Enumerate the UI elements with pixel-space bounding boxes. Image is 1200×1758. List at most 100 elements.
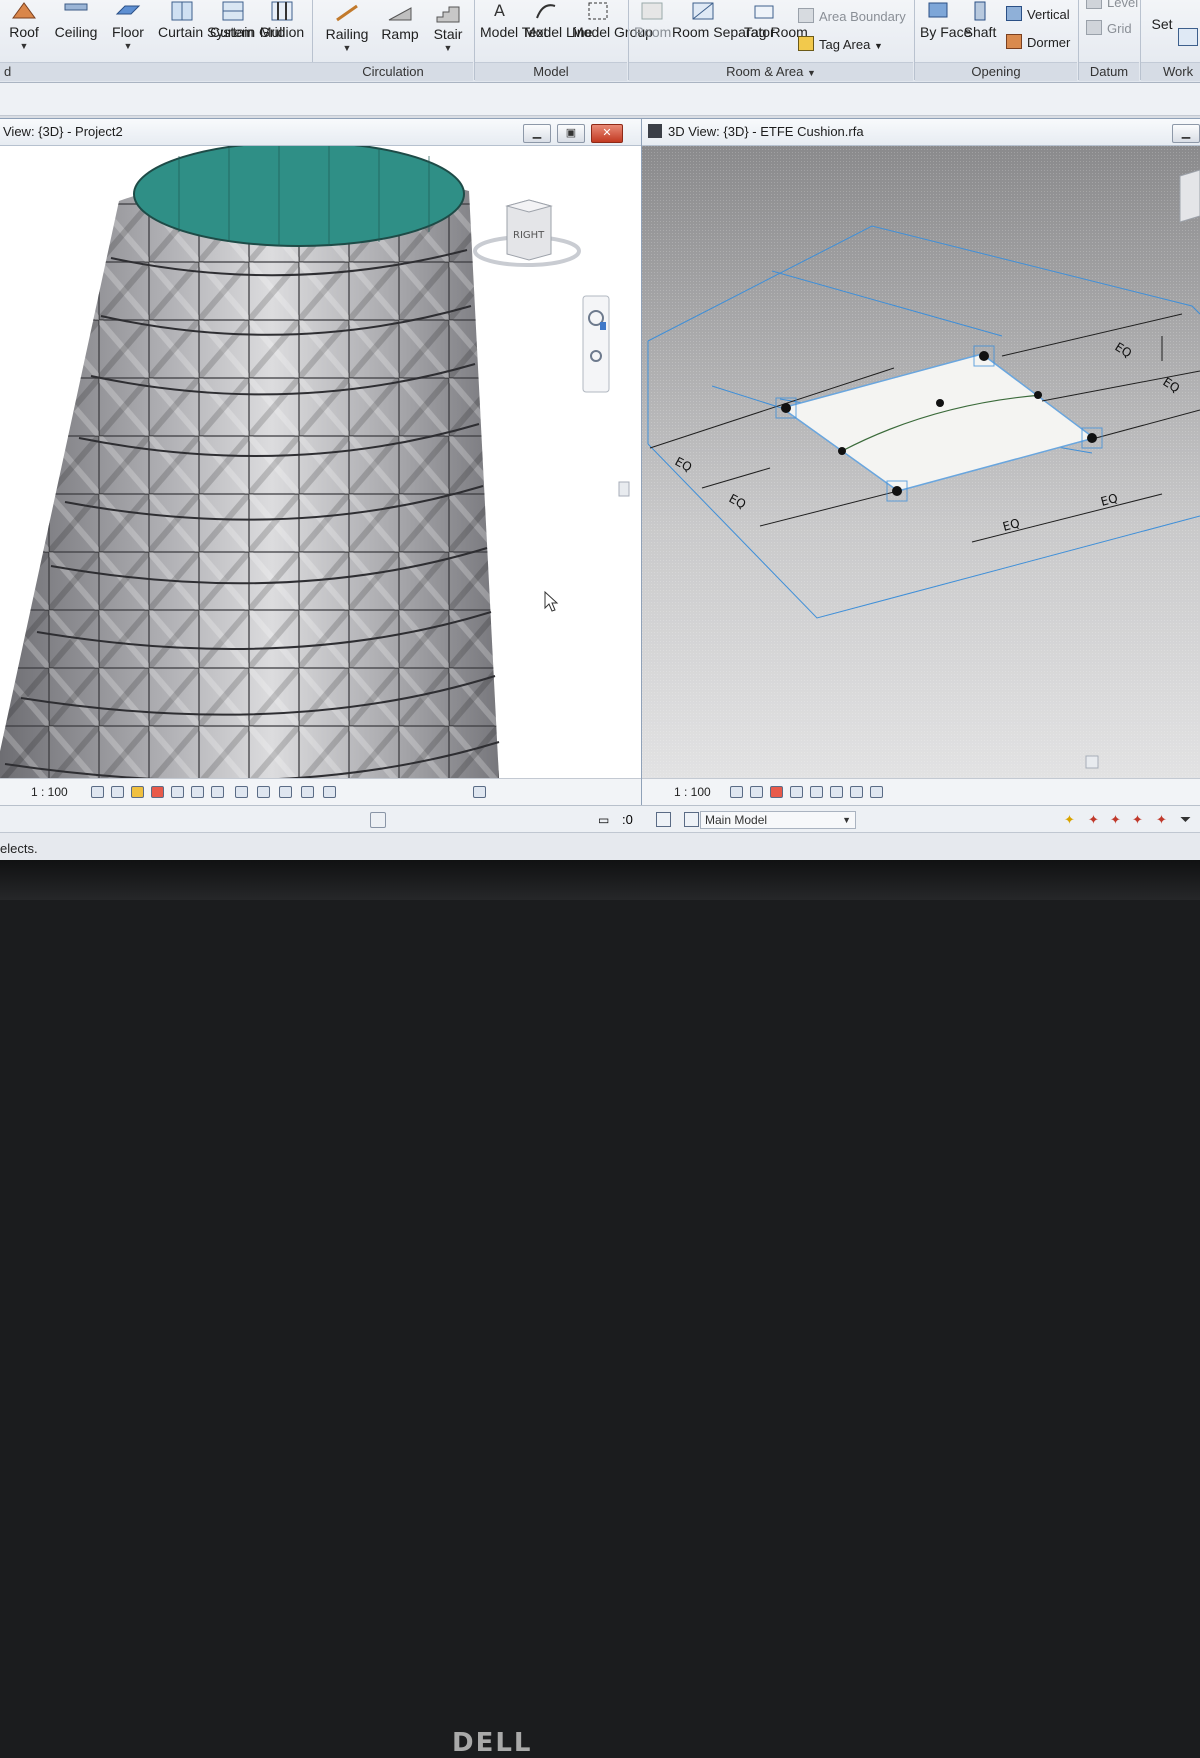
viewcube-face-label: RIGHT (513, 230, 545, 241)
reveal-hidden-icon[interactable] (870, 786, 883, 798)
unlock-view-icon[interactable] (235, 786, 248, 798)
cushion-model-canvas[interactable]: EQ EQ EQ EQ EQ EQ (642, 146, 1200, 779)
model-line-button[interactable]: Model Line (524, 0, 593, 41)
minimize-button[interactable]: ▁ (1172, 124, 1200, 143)
screen: Roof ▼ Ceiling Floor ▼ Curtain System Cu… (0, 0, 1200, 860)
shadows-icon[interactable] (151, 786, 164, 798)
shadows-icon[interactable] (770, 786, 783, 798)
ceiling-button[interactable]: Ceiling (52, 0, 100, 41)
view-scale[interactable]: 1 : 100 (31, 785, 68, 799)
selection-count: :0 (622, 812, 633, 827)
crop-view-icon[interactable] (191, 786, 204, 798)
opening-by-face-icon (928, 2, 948, 18)
viewcube[interactable] (1179, 169, 1200, 223)
vertical-opening-button[interactable]: Vertical (1006, 6, 1070, 22)
level-icon (1086, 0, 1102, 9)
tag-room-icon (754, 5, 774, 19)
select-by-face-icon[interactable]: ✦ (1132, 812, 1143, 828)
monitor-bezel: DELL (0, 860, 1200, 1758)
curtain-grid-icon (222, 1, 244, 21)
view-scale[interactable]: 1 : 100 (674, 785, 711, 799)
editable-only-icon[interactable]: ▭ (598, 813, 609, 827)
room-separator-button[interactable]: Room Separator (672, 0, 775, 41)
select-links-icon[interactable]: ✦ (1064, 812, 1075, 828)
panel-label-build: d (0, 62, 315, 81)
render-icon[interactable] (171, 786, 184, 798)
constraints-icon[interactable] (323, 786, 336, 798)
show-crop-icon[interactable] (830, 786, 843, 798)
ramp-icon (388, 7, 412, 21)
shaft-button[interactable]: Shaft (960, 0, 1000, 41)
view-control-bar: 1 : 100 (642, 778, 1200, 805)
drag-on-selection-icon[interactable]: ✦ (1156, 812, 1167, 828)
level-button[interactable]: Level (1086, 0, 1138, 10)
roof-button[interactable]: Roof ▼ (4, 0, 44, 51)
railing-button[interactable]: Railing ▼ (322, 2, 372, 53)
chevron-down-icon: ▼ (443, 43, 453, 53)
view-title-bar: View: {3D} - Project2 ▁ ▣ ✕ (0, 119, 641, 146)
panel-label-model: Model (475, 62, 627, 81)
temp-hide-icon[interactable] (850, 786, 863, 798)
tag-area-icon (798, 36, 814, 51)
active-design-option-icon[interactable] (684, 812, 699, 827)
by-face-button[interactable]: By Face (920, 0, 971, 41)
view-window-project2[interactable]: View: {3D} - Project2 ▁ ▣ ✕ RIGHT 1: 10… (0, 118, 642, 806)
detail-level-icon[interactable] (91, 786, 104, 798)
dormer-button[interactable]: Dormer (1006, 34, 1070, 50)
curtain-grid-button[interactable]: Curtain Grid (210, 0, 285, 41)
view-title: 3D View: {3D} - ETFE Cushion.rfa (668, 124, 864, 139)
visual-style-icon[interactable] (750, 786, 763, 798)
ribbon: Roof ▼ Ceiling Floor ▼ Curtain System Cu… (0, 0, 1200, 83)
grid-icon (1086, 20, 1102, 35)
select-underlay-icon[interactable]: ✦ (1088, 812, 1099, 828)
mullion-button[interactable]: Mullion (258, 0, 306, 41)
tag-room-button[interactable]: Tag Room (744, 0, 808, 41)
floor-button[interactable]: Floor ▼ (108, 0, 148, 51)
show-crop-icon[interactable] (211, 786, 224, 798)
sun-path-icon[interactable] (131, 786, 144, 798)
work-plane-icon[interactable] (1178, 28, 1198, 46)
hscroll-thumb[interactable] (473, 786, 486, 798)
model-text-button[interactable]: A Model Text (480, 0, 547, 41)
design-options-icon[interactable] (656, 812, 671, 827)
crop-view-icon[interactable] (810, 786, 823, 798)
temp-hide-icon[interactable] (257, 786, 270, 798)
model-group-button[interactable]: Model Group (572, 0, 653, 41)
shaft-icon (974, 1, 986, 21)
restore-button[interactable]: ▣ (557, 124, 585, 143)
svg-text:A: A (494, 1, 505, 20)
hscroll-thumb[interactable] (1085, 755, 1099, 769)
filter-icon[interactable]: ⏷ (1180, 811, 1191, 828)
visual-style-icon[interactable] (111, 786, 124, 798)
area-boundary-button[interactable]: Area Boundary (798, 8, 906, 24)
select-pinned-icon[interactable]: ✦ (1110, 812, 1121, 828)
chevron-down-icon: ▼ (342, 43, 352, 53)
options-bar (0, 83, 1200, 116)
application-status-bar: ▭ :0 Main Model ▼ ✦ ✦ ✦ ✦ ✦ ⏷ (0, 805, 1200, 833)
minimize-button[interactable]: ▁ (523, 124, 551, 143)
ramp-button[interactable]: Ramp (380, 2, 420, 43)
monitor-brand-logo: DELL (452, 1728, 533, 1758)
tag-area-button[interactable]: Tag Area ▼ (798, 36, 883, 52)
close-button[interactable]: ✕ (591, 124, 623, 143)
chevron-down-icon: ▼ (807, 68, 816, 78)
reveal-hidden-icon[interactable] (279, 786, 292, 798)
workset-icon[interactable] (370, 812, 386, 828)
tower-model-canvas[interactable]: RIGHT (0, 146, 639, 779)
set-work-plane-button[interactable]: Set (1146, 16, 1178, 33)
stair-button[interactable]: Stair ▼ (430, 2, 466, 53)
view-window-etfe-cushion[interactable]: 3D View: {3D} - ETFE Cushion.rfa ▁ EQ EQ… (641, 118, 1200, 806)
room-separator-icon (692, 2, 714, 20)
panel-label-room-area[interactable]: Room & Area ▼ (629, 62, 913, 81)
room-button[interactable]: Room (634, 0, 671, 41)
analysis-icon[interactable] (301, 786, 314, 798)
vertical-scrollbar[interactable] (618, 481, 630, 497)
curtain-system-button[interactable]: Curtain System (158, 0, 254, 41)
mullion-icon (271, 1, 293, 21)
design-option-select[interactable]: Main Model ▼ (700, 811, 856, 829)
navigation-bar[interactable] (582, 295, 610, 393)
grid-button[interactable]: Grid (1086, 20, 1132, 36)
render-icon[interactable] (790, 786, 803, 798)
zoom-icon (600, 322, 606, 330)
detail-level-icon[interactable] (730, 786, 743, 798)
